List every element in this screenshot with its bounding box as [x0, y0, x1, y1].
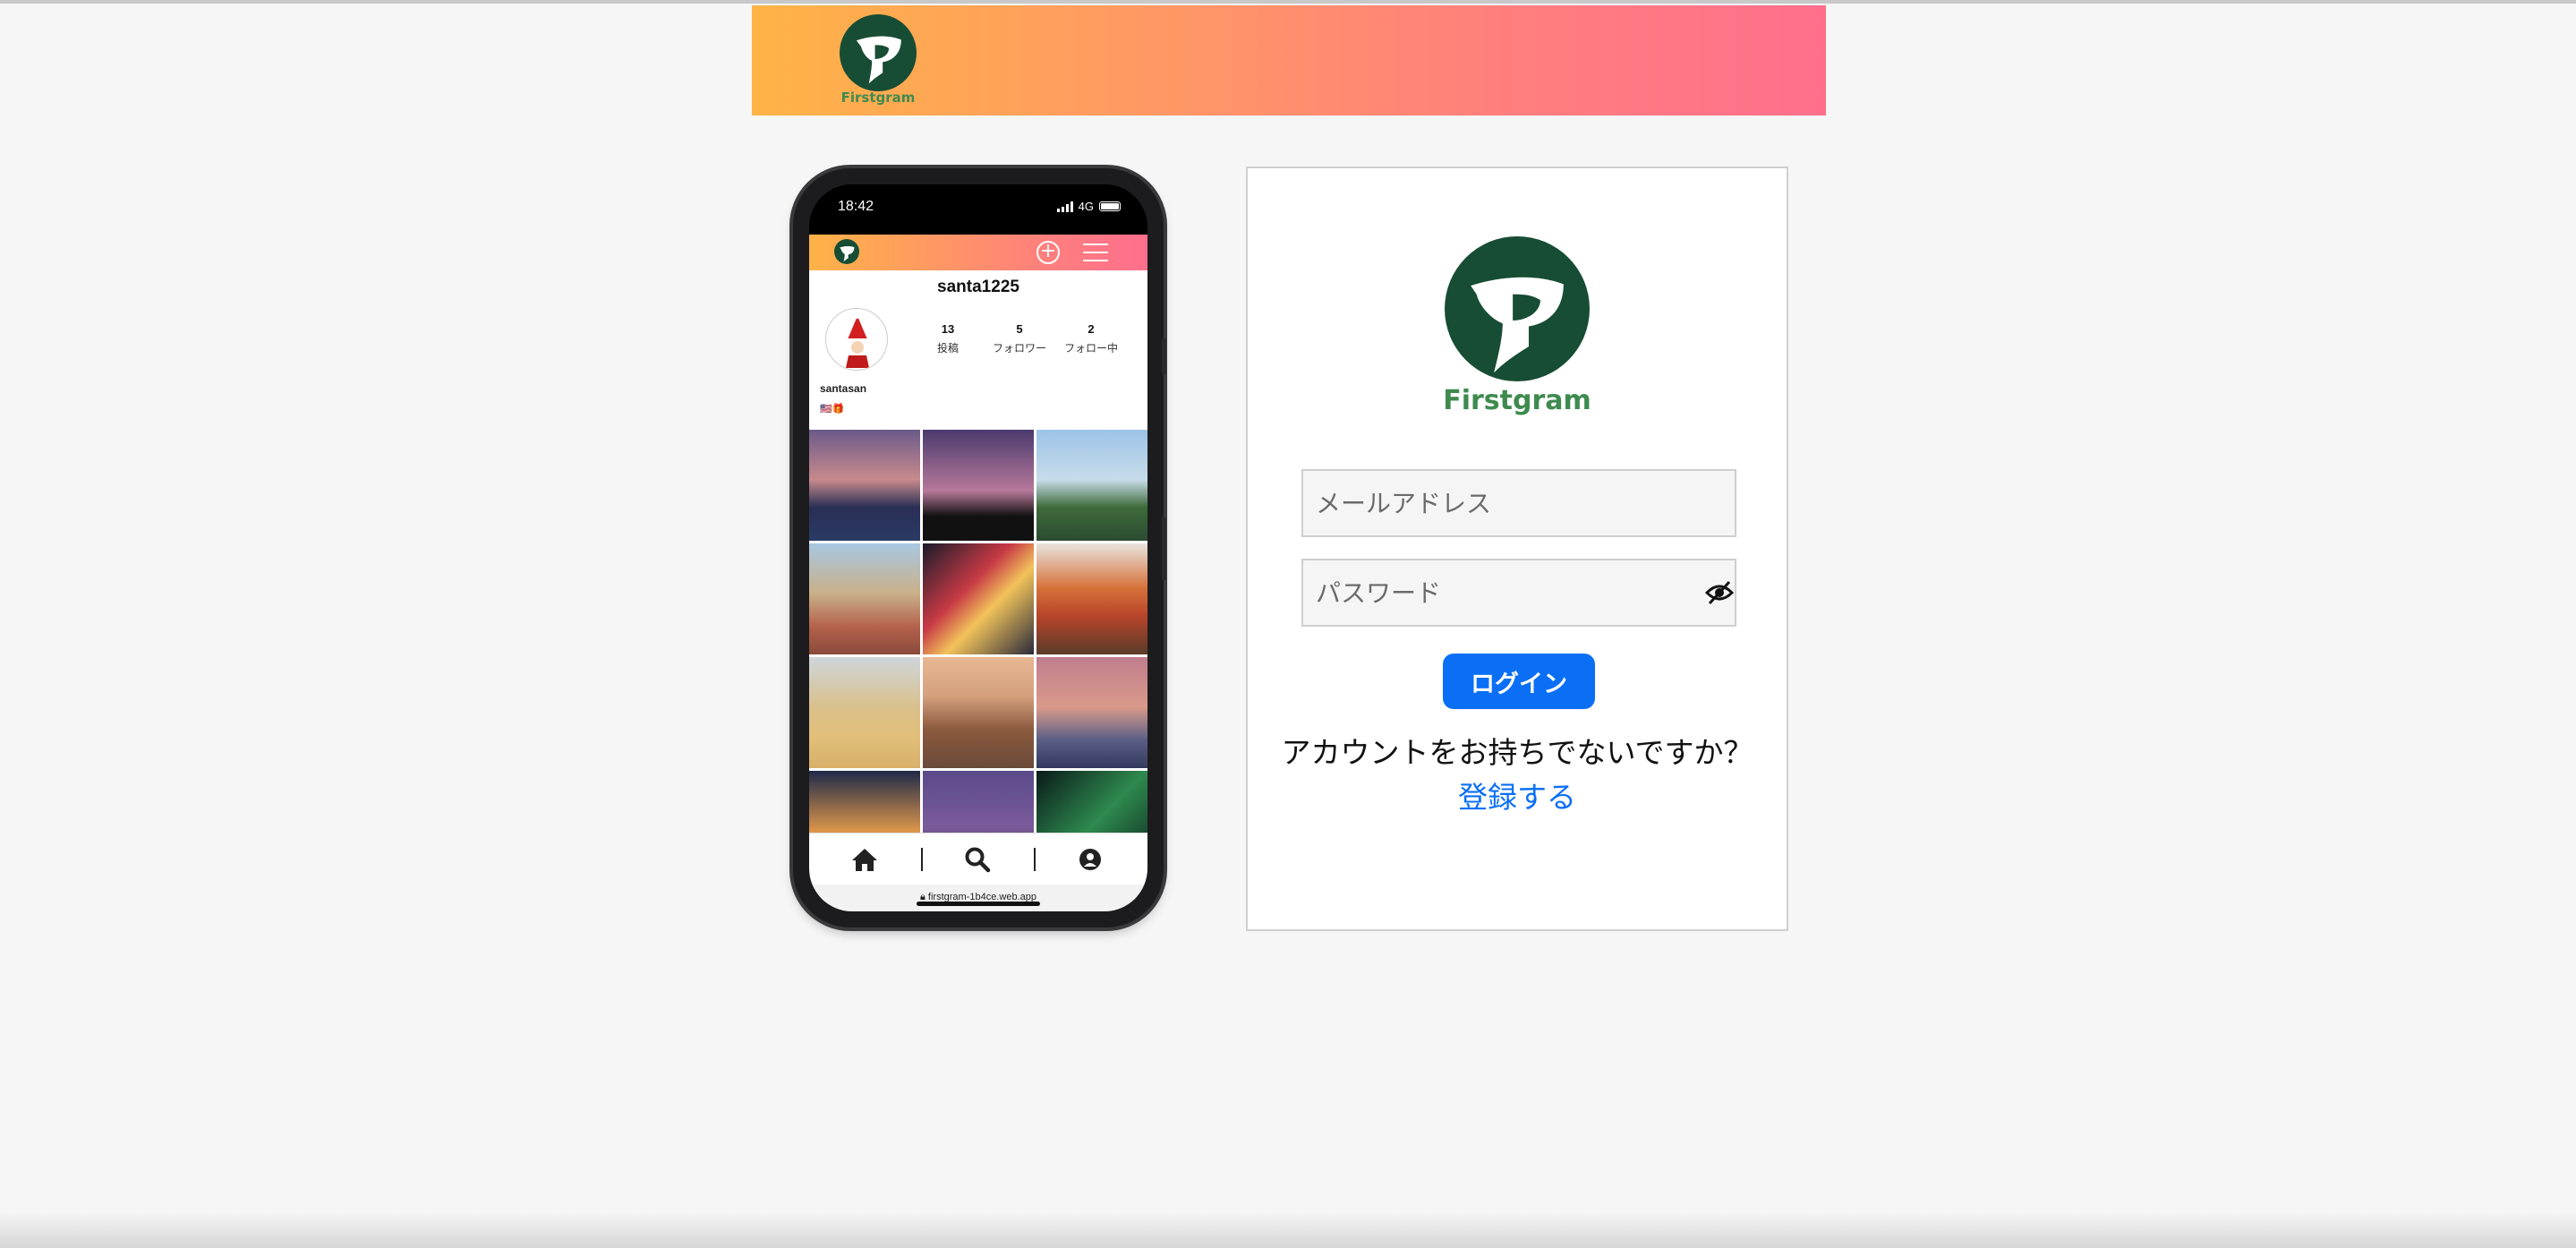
profile-section: santa1225 13 投稿 5 フォロワー 2 フォロー中 santasan…	[809, 270, 1147, 430]
photo-grid	[809, 430, 1147, 833]
avatar	[825, 308, 888, 371]
phone-preview: 18:42 4G + santa1225 13 投稿 5 フォロワー 2 フォロ…	[793, 168, 1166, 927]
menu-icon[interactable]	[1083, 244, 1108, 268]
search-tab[interactable]	[960, 844, 995, 875]
photo-tile[interactable]	[809, 543, 920, 654]
tab-divider	[921, 848, 923, 871]
phone-screen: 18:42 4G + santa1225 13 投稿 5 フォロワー 2 フォロ…	[809, 184, 1147, 911]
photo-tile[interactable]	[923, 657, 1034, 768]
photo-tile[interactable]	[809, 657, 920, 768]
photo-tile[interactable]	[809, 430, 920, 541]
status-indicators: 4G	[1056, 200, 1121, 213]
photo-tile[interactable]	[1036, 771, 1147, 833]
tab-divider	[1034, 848, 1036, 871]
browser-url-bar[interactable]: 🔒︎ firstgram-1b4ce.web.app	[809, 885, 1147, 911]
user-icon	[1079, 849, 1101, 870]
firstgram-logo-icon	[1445, 236, 1590, 381]
header-logo[interactable]: Firstgram	[840, 14, 917, 106]
photo-tile[interactable]	[923, 771, 1034, 833]
search-icon	[965, 847, 991, 873]
photo-tile[interactable]	[1036, 543, 1147, 654]
status-time: 18:42	[838, 199, 874, 214]
stat-following[interactable]: 2 フォロー中	[1051, 322, 1131, 355]
window-bottom-shadow	[0, 1212, 2576, 1248]
register-link[interactable]: 登録する	[1248, 774, 1787, 816]
firstgram-logo-icon	[840, 14, 917, 91]
header-banner: Firstgram	[752, 5, 1826, 115]
card-logo: Firstgram	[1248, 236, 1787, 416]
photo-tile[interactable]	[1036, 657, 1147, 768]
home-icon	[852, 849, 877, 871]
add-post-icon[interactable]: +	[1036, 241, 1060, 264]
email-field[interactable]	[1301, 469, 1736, 537]
profile-display-name: santasan	[820, 382, 867, 395]
login-card: Firstgram ログイン アカウントをお持ちでないですか？ 登録する	[1246, 167, 1788, 931]
photo-tile[interactable]	[1036, 430, 1147, 541]
phone-side-button	[1162, 517, 1166, 580]
photo-tile[interactable]	[809, 771, 920, 833]
login-button[interactable]: ログイン	[1443, 654, 1595, 709]
network-type: 4G	[1078, 200, 1094, 213]
stat-followers[interactable]: 5 フォロワー	[979, 322, 1060, 355]
santa-avatar-icon	[846, 313, 869, 368]
header-brand-name: Firstgram	[840, 90, 916, 106]
no-account-text: アカウントをお持ちでないですか？	[1281, 735, 1753, 770]
stat-posts[interactable]: 13 投稿	[908, 322, 988, 355]
photo-tile[interactable]	[923, 543, 1034, 654]
app-header: +	[809, 235, 1147, 270]
signal-icon	[1056, 201, 1073, 212]
password-field[interactable]	[1301, 559, 1736, 627]
card-brand-name: Firstgram	[1443, 385, 1591, 416]
home-tab[interactable]	[847, 844, 883, 875]
eye-slash-icon[interactable]	[1705, 580, 1734, 605]
profile-tab[interactable]	[1072, 844, 1108, 875]
phone-side-button	[1162, 338, 1166, 374]
photo-tile[interactable]	[923, 430, 1034, 541]
profile-bio: 🇺🇸🎁	[820, 403, 845, 415]
profile-username: santa1225	[937, 278, 1019, 296]
battery-icon	[1099, 201, 1121, 211]
firstgram-logo-icon	[834, 239, 859, 264]
phone-statusbar: 18:42 4G	[809, 184, 1147, 235]
phone-tabbar	[809, 833, 1147, 885]
home-indicator	[917, 902, 1040, 906]
